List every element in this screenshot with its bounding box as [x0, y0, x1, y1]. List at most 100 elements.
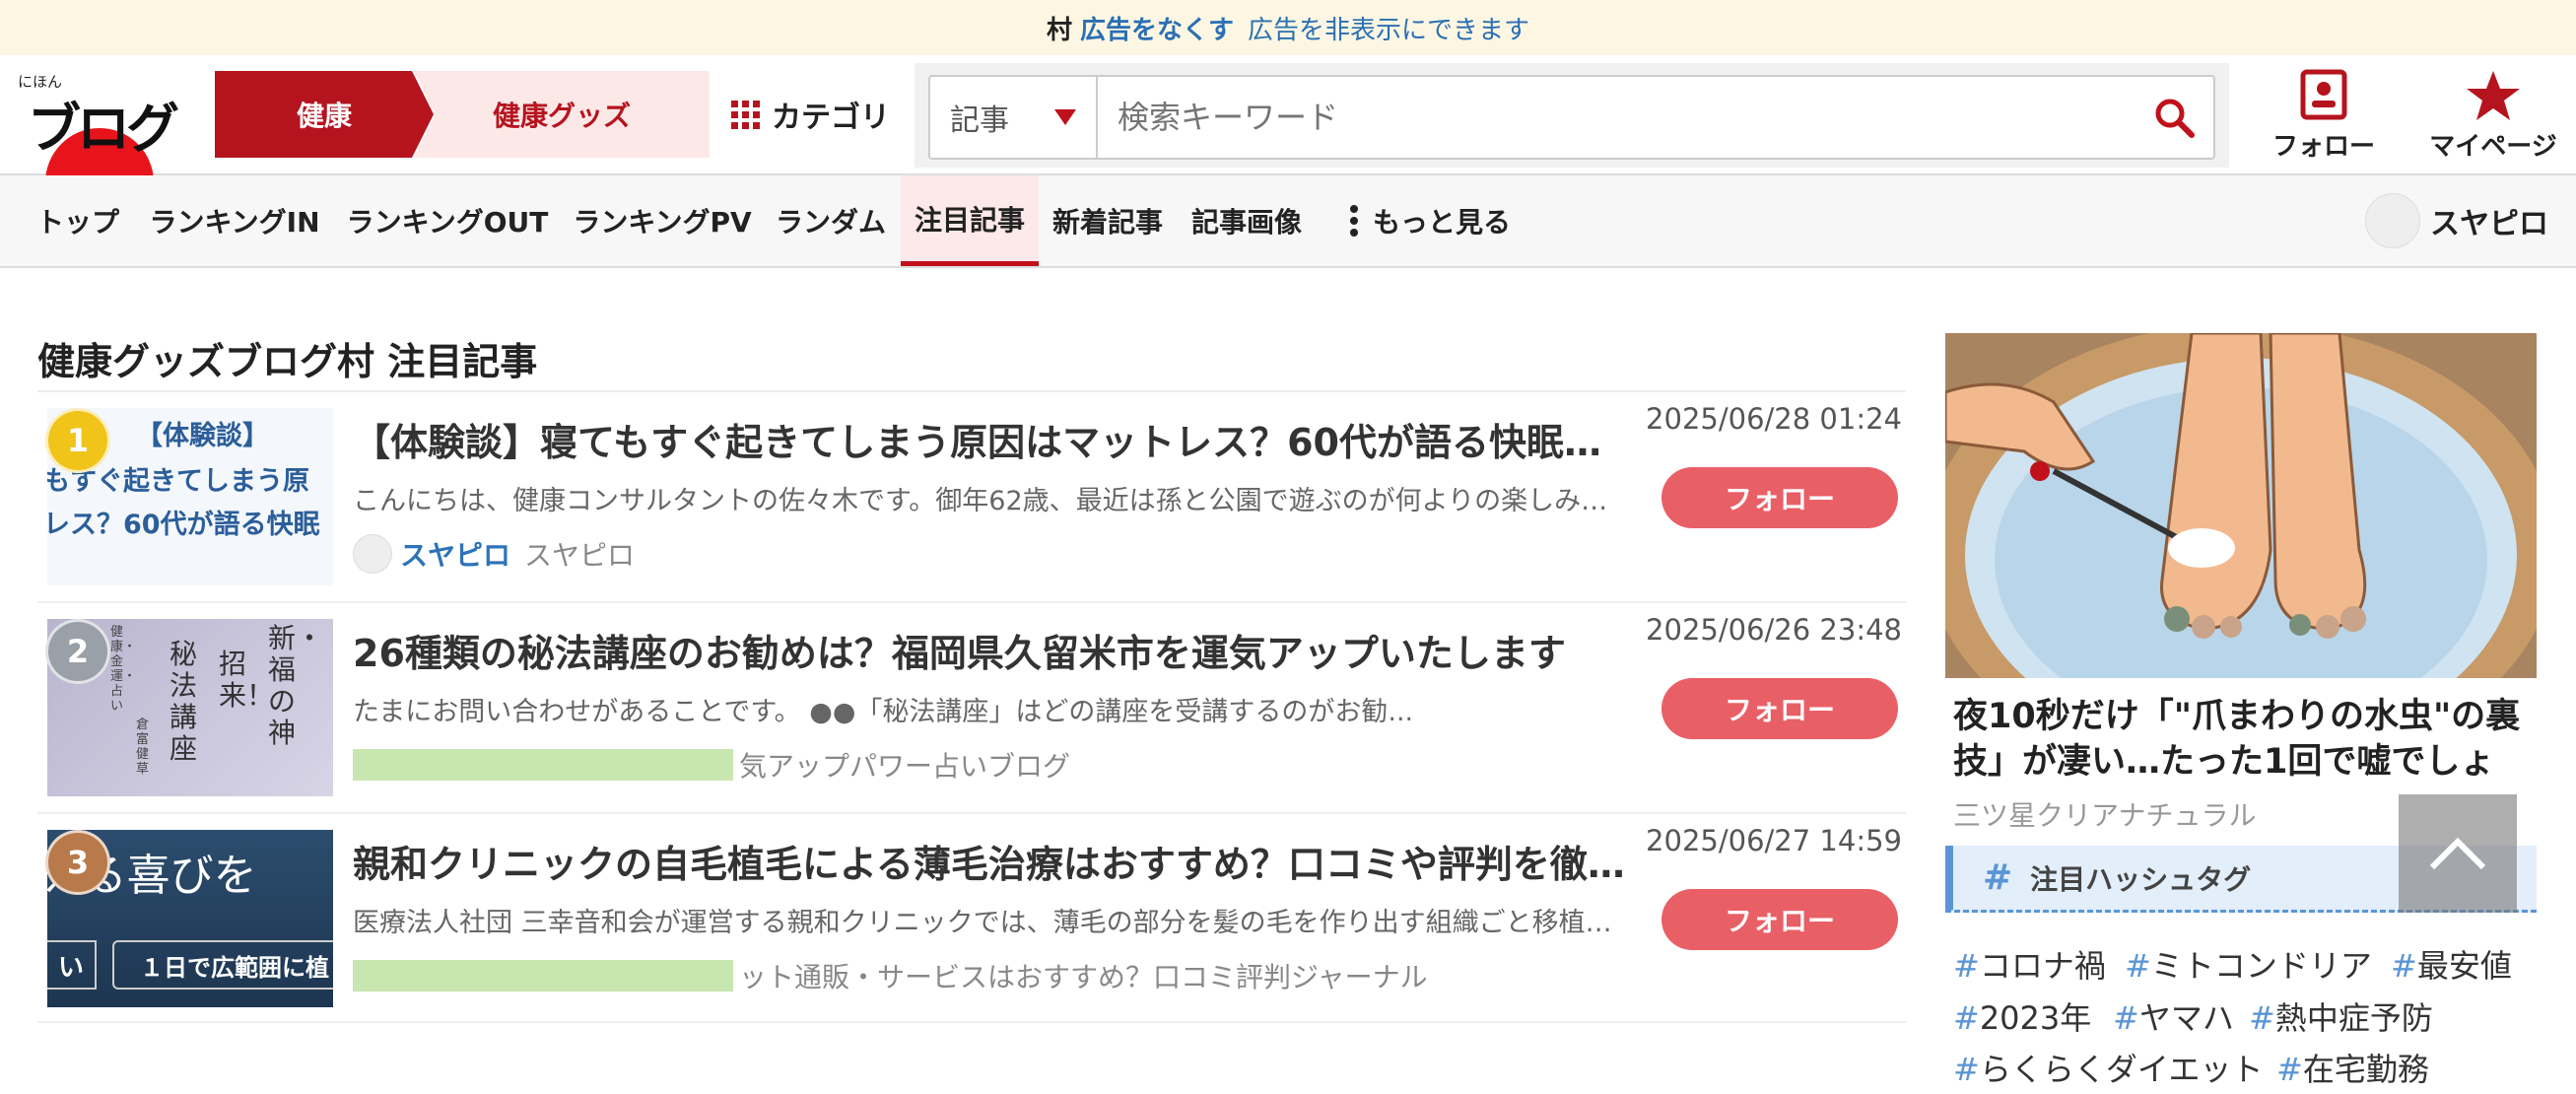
- thumb-text: 健康・金運・占い: [110, 625, 137, 714]
- foot-bath-illustration: [1945, 333, 2537, 678]
- article-title[interactable]: 親和クリニックの自毛植毛による薄毛治療はおすすめ？口コミや評判を徹底調査: [353, 834, 1634, 888]
- nav-new[interactable]: 新着記事: [1045, 175, 1171, 266]
- hashtag-link[interactable]: #熱中症予防: [2249, 993, 2433, 1039]
- main-nav: トップ ランキングIN ランキングOUT ランキングPV ランダム 注目記事 新…: [0, 175, 2576, 268]
- hashtag-label: コロナ禍: [1979, 947, 2106, 985]
- article-meta: ット通販・サービスはおすすめ？口コミ評判ジャーナル: [353, 954, 1428, 997]
- blog-banner: [353, 960, 733, 991]
- thumb-text: 【体験談】: [136, 421, 269, 451]
- thumb-text: １日で広範囲に植: [112, 940, 333, 990]
- follow-nav-button[interactable]: フォロー: [2265, 69, 2383, 163]
- follow-nav-label: フォロー: [2271, 132, 2375, 162]
- hashtag-label: ヤマハ: [2138, 999, 2234, 1037]
- hashtag-link[interactable]: #在宅勤務: [2276, 1045, 2429, 1090]
- article-date: 2025/06/27 14:59: [1646, 824, 1902, 857]
- nav-user-name: スヤピロ: [2430, 207, 2548, 241]
- star-icon: [2467, 71, 2520, 120]
- category-label: カテゴリ: [772, 101, 890, 135]
- breadcrumb-genre[interactable]: 健康: [215, 71, 434, 158]
- hashtag-label: 熱中症予防: [2274, 999, 2433, 1037]
- rank-badge: 1: [45, 408, 110, 473]
- hide-ads-link[interactable]: 広告をなくす: [1080, 10, 1234, 46]
- nav-user[interactable]: スヤピロ: [2365, 193, 2548, 248]
- article-excerpt: たまにお問い合わせがあることです。 ●●「秘法講座」はどの講座を受講するのがお勧…: [353, 697, 1414, 727]
- hashtag-link[interactable]: #ミトコンドリア: [2125, 941, 2372, 987]
- thumb-text: い: [47, 940, 97, 990]
- hide-ads-desc: 広告を非表示にできます: [1248, 15, 1530, 45]
- category-button[interactable]: カテゴリ: [731, 71, 890, 158]
- hashtag-link[interactable]: #コロナ禍: [1953, 941, 2106, 987]
- thumb-text: 倉富健草: [136, 718, 150, 777]
- village-mark: 村: [1046, 15, 1072, 45]
- search-area: 記事: [915, 63, 2229, 168]
- breadcrumb-subgenre[interactable]: 健康グッズ: [414, 71, 710, 158]
- article-title[interactable]: 【体験談】寝てもすぐ起きてしまう原因はマットレス？60代が語る快眠のための対策: [353, 412, 1634, 466]
- hashtag-link[interactable]: #最安値: [2391, 941, 2512, 987]
- article-excerpt: 医療法人社団 三幸音和会が運営する親和クリニックでは、薄毛の部分を髪の毛を作り出…: [353, 908, 1634, 938]
- nav-featured[interactable]: 注目記事: [901, 175, 1039, 266]
- hashtag-label: ミトコンドリア: [2150, 947, 2372, 985]
- nav-more-label: もっと見る: [1372, 206, 1511, 239]
- blog-name[interactable]: 気アップパワー占いブログ: [739, 745, 1070, 785]
- search-icon: [2155, 99, 2195, 138]
- site-header: にほん ブログ村 健康 健康グッズ カテゴリ 記事 フォロー マイページ: [0, 55, 2576, 238]
- grid-icon: [731, 100, 760, 129]
- follow-button[interactable]: フォロー: [1661, 467, 1898, 528]
- nav-ranking-out[interactable]: ランキングOUT: [337, 175, 558, 266]
- search-box: 記事: [928, 75, 2215, 160]
- nav-top[interactable]: トップ: [24, 175, 132, 266]
- search-type-value: 記事: [950, 103, 1009, 138]
- nav-images[interactable]: 記事画像: [1183, 175, 1311, 266]
- site-logo[interactable]: にほん ブログ村: [18, 71, 200, 238]
- mypage-label: マイページ: [2429, 132, 2557, 162]
- follow-button[interactable]: フォロー: [1661, 889, 1898, 950]
- article-meta: 気アップパワー占いブログ: [353, 743, 1070, 786]
- nav-more[interactable]: もっと見る: [1330, 175, 1527, 266]
- ad-removal-bar[interactable]: 村 広告をなくす 広告を非表示にできます: [0, 0, 2576, 55]
- ad-source: 三ツ星クリアナチュラル: [1953, 799, 2257, 832]
- hashtag-label: らくらくダイエット: [1979, 1051, 2264, 1088]
- hashtag-link[interactable]: #らくらくダイエット: [1953, 1045, 2264, 1090]
- hashtag-label: 2023年: [1979, 999, 2092, 1037]
- ad-image[interactable]: [1945, 333, 2537, 678]
- blog-name[interactable]: スヤピロ: [524, 534, 635, 574]
- author-avatar: [353, 534, 392, 574]
- blog-name[interactable]: ット通販・サービスはおすすめ？口コミ評判ジャーナル: [739, 956, 1428, 995]
- vertical-dots-icon: [1349, 205, 1358, 237]
- list-divider: [37, 1021, 1906, 1023]
- nav-ranking-pv[interactable]: ランキングPV: [564, 175, 761, 266]
- search-input[interactable]: [1098, 77, 2135, 158]
- ad-title[interactable]: 夜10秒だけ「"爪まわりの水虫"の裏技」が凄い…たった1回で嘘でしょ: [1953, 694, 2544, 785]
- article-row[interactable]: 【体験談】 もすぐ起きてしまう原 レス？60代が語る快眠 1 【体験談】寝てもす…: [37, 390, 1906, 599]
- hashtag-label: 在宅勤務: [2302, 1051, 2429, 1088]
- hash-icon: #: [1983, 857, 2013, 898]
- page-title: 健康グッズブログ村 注目記事: [37, 340, 538, 383]
- follow-button[interactable]: フォロー: [1661, 678, 1898, 739]
- rank-badge: 3: [45, 830, 110, 895]
- search-type-select[interactable]: 記事: [930, 77, 1098, 158]
- hashtag-link[interactable]: #2023年: [1953, 993, 2091, 1039]
- blog-banner: [353, 749, 733, 781]
- thumb-text: レス？60代が語る快眠: [47, 510, 320, 540]
- search-button[interactable]: [2135, 77, 2213, 158]
- article-row[interactable]: 新・福の神 招来！ 秘法講座 健康・金運・占い 倉富健草 2 26種類の秘法講座…: [37, 601, 1906, 810]
- article-meta: スヤピロ スヤピロ: [353, 532, 635, 576]
- article-excerpt: こんにちは、健康コンサルタントの佐々木です。御年62歳、最近は孫と公園で遊ぶのが…: [353, 486, 1634, 516]
- thumb-text: 招来！: [219, 648, 275, 712]
- hashtag-label: 最安値: [2416, 947, 2512, 985]
- avatar: [2365, 193, 2420, 248]
- thumb-text: 秘法講座: [169, 638, 198, 765]
- article-row[interactable]: える喜びを い １日で広範囲に植 3 親和クリニックの自毛植毛による薄毛治療はお…: [37, 812, 1906, 1021]
- back-to-top-button[interactable]: [2399, 794, 2517, 913]
- hashtag-link[interactable]: #ヤマハ: [2113, 993, 2234, 1039]
- nav-random[interactable]: ランダム: [769, 175, 893, 266]
- bookmark-person-icon: [2300, 69, 2347, 120]
- author-name[interactable]: スヤピロ: [400, 534, 510, 574]
- nav-ranking-in[interactable]: ランキングIN: [138, 175, 331, 266]
- article-date: 2025/06/26 23:48: [1646, 613, 1902, 647]
- article-date: 2025/06/28 01:24: [1646, 402, 1902, 436]
- rank-badge: 2: [45, 619, 110, 684]
- mypage-button[interactable]: マイページ: [2418, 69, 2568, 163]
- hashtag-heading-label: 注目ハッシュタグ: [2030, 862, 2252, 896]
- article-title[interactable]: 26種類の秘法講座のお勧めは？福岡県久留米市を運気アップいたします: [353, 623, 1634, 677]
